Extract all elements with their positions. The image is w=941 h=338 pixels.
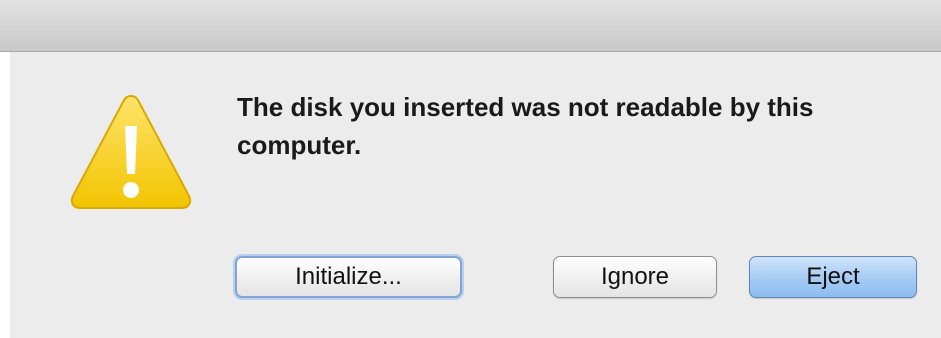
dialog-message: The disk you inserted was not readable b… — [237, 92, 814, 160]
window-edge — [0, 52, 10, 338]
initialize-button[interactable]: Initialize... — [235, 256, 462, 298]
eject-button[interactable]: Eject — [749, 256, 917, 298]
disk-not-readable-dialog: The disk you inserted was not readable b… — [0, 0, 941, 338]
ignore-button[interactable]: Ignore — [553, 256, 717, 298]
window-titlebar[interactable] — [0, 0, 941, 52]
warning-triangle-icon — [70, 94, 192, 209]
